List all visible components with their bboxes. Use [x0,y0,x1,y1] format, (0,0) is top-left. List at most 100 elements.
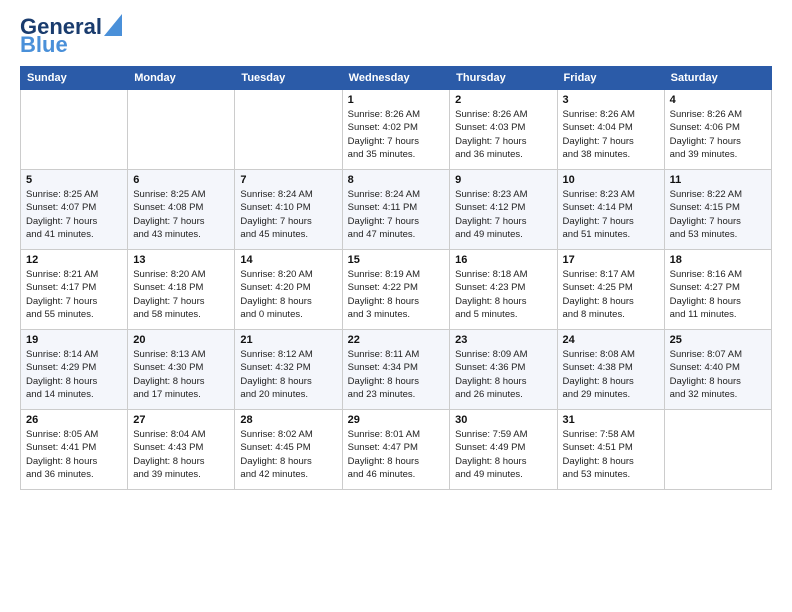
calendar-cell: 17 Sunrise: 8:17 AM Sunset: 4:25 PM Dayli… [557,250,664,330]
header: General Blue [20,16,772,56]
calendar-cell [128,90,235,170]
day-info: Sunrise: 8:12 AM Sunset: 4:32 PM Dayligh… [240,348,336,401]
calendar-cell: 6 Sunrise: 8:25 AM Sunset: 4:08 PM Daylig… [128,170,235,250]
day-number: 19 [26,334,122,346]
weekday-header: Monday [128,67,235,90]
day-info: Sunrise: 7:59 AM Sunset: 4:49 PM Dayligh… [455,428,551,481]
day-number: 29 [348,414,445,426]
day-number: 10 [563,174,659,186]
day-info: Sunrise: 8:26 AM Sunset: 4:02 PM Dayligh… [348,108,445,161]
logo-triangle-icon [104,14,122,36]
calendar-cell: 7 Sunrise: 8:24 AM Sunset: 4:10 PM Daylig… [235,170,342,250]
calendar-cell: 8 Sunrise: 8:24 AM Sunset: 4:11 PM Daylig… [342,170,450,250]
calendar-cell: 11Sunrise: 8:22 AM Sunset: 4:15 PM Dayli… [664,170,771,250]
day-info: Sunrise: 8:23 AM Sunset: 4:14 PM Dayligh… [563,188,659,241]
weekday-header: Friday [557,67,664,90]
calendar: SundayMondayTuesdayWednesdayThursdayFrid… [20,66,772,490]
day-info: Sunrise: 8:02 AM Sunset: 4:45 PM Dayligh… [240,428,336,481]
calendar-cell [664,410,771,490]
day-info: Sunrise: 8:26 AM Sunset: 4:04 PM Dayligh… [563,108,659,161]
calendar-cell: 4Sunrise: 8:26 AM Sunset: 4:06 PM Daylig… [664,90,771,170]
calendar-cell: 24 Sunrise: 8:08 AM Sunset: 4:38 PM Dayli… [557,330,664,410]
day-info: Sunrise: 8:21 AM Sunset: 4:17 PM Dayligh… [26,268,122,321]
calendar-cell: 18 Sunrise: 8:16 AM Sunset: 4:27 PM Dayli… [664,250,771,330]
calendar-cell: 26 Sunrise: 8:05 AM Sunset: 4:41 PM Dayli… [21,410,128,490]
day-number: 15 [348,254,445,266]
day-number: 5 [26,174,122,186]
day-info: Sunrise: 8:13 AM Sunset: 4:30 PM Dayligh… [133,348,229,401]
weekday-header: Wednesday [342,67,450,90]
day-number: 16 [455,254,551,266]
weekday-header: Sunday [21,67,128,90]
day-number: 8 [348,174,445,186]
day-info: Sunrise: 8:20 AM Sunset: 4:20 PM Dayligh… [240,268,336,321]
calendar-cell: 12Sunrise: 8:21 AM Sunset: 4:17 PM Dayli… [21,250,128,330]
day-info: Sunrise: 8:23 AM Sunset: 4:12 PM Dayligh… [455,188,551,241]
day-info: Sunrise: 8:18 AM Sunset: 4:23 PM Dayligh… [455,268,551,321]
calendar-cell: 1 Sunrise: 8:26 AM Sunset: 4:02 PM Daylig… [342,90,450,170]
day-number: 20 [133,334,229,346]
calendar-cell [235,90,342,170]
day-info: Sunrise: 8:26 AM Sunset: 4:06 PM Dayligh… [670,108,766,161]
day-number: 6 [133,174,229,186]
day-info: Sunrise: 8:24 AM Sunset: 4:11 PM Dayligh… [348,188,445,241]
day-number: 30 [455,414,551,426]
day-number: 17 [563,254,659,266]
day-number: 1 [348,94,445,106]
day-info: Sunrise: 8:17 AM Sunset: 4:25 PM Dayligh… [563,268,659,321]
calendar-cell: 21 Sunrise: 8:12 AM Sunset: 4:32 PM Dayli… [235,330,342,410]
day-info: Sunrise: 8:19 AM Sunset: 4:22 PM Dayligh… [348,268,445,321]
calendar-cell: 29 Sunrise: 8:01 AM Sunset: 4:47 PM Dayli… [342,410,450,490]
calendar-cell: 15 Sunrise: 8:19 AM Sunset: 4:22 PM Dayli… [342,250,450,330]
calendar-cell: 22Sunrise: 8:11 AM Sunset: 4:34 PM Dayli… [342,330,450,410]
day-number: 11 [670,174,766,186]
day-number: 3 [563,94,659,106]
day-number: 25 [670,334,766,346]
day-number: 21 [240,334,336,346]
day-info: Sunrise: 8:05 AM Sunset: 4:41 PM Dayligh… [26,428,122,481]
day-info: Sunrise: 8:25 AM Sunset: 4:07 PM Dayligh… [26,188,122,241]
calendar-cell: 10 Sunrise: 8:23 AM Sunset: 4:14 PM Dayli… [557,170,664,250]
day-number: 9 [455,174,551,186]
day-number: 28 [240,414,336,426]
day-number: 14 [240,254,336,266]
day-number: 2 [455,94,551,106]
calendar-cell: 27 Sunrise: 8:04 AM Sunset: 4:43 PM Dayli… [128,410,235,490]
day-info: Sunrise: 8:25 AM Sunset: 4:08 PM Dayligh… [133,188,229,241]
calendar-cell: 2 Sunrise: 8:26 AM Sunset: 4:03 PM Daylig… [450,90,557,170]
day-number: 26 [26,414,122,426]
day-info: Sunrise: 8:04 AM Sunset: 4:43 PM Dayligh… [133,428,229,481]
day-info: Sunrise: 8:26 AM Sunset: 4:03 PM Dayligh… [455,108,551,161]
calendar-cell: 3 Sunrise: 8:26 AM Sunset: 4:04 PM Daylig… [557,90,664,170]
day-info: Sunrise: 8:08 AM Sunset: 4:38 PM Dayligh… [563,348,659,401]
day-number: 22 [348,334,445,346]
calendar-cell: 23Sunrise: 8:09 AM Sunset: 4:36 PM Dayli… [450,330,557,410]
weekday-header: Tuesday [235,67,342,90]
calendar-cell: 5 Sunrise: 8:25 AM Sunset: 4:07 PM Daylig… [21,170,128,250]
day-number: 27 [133,414,229,426]
calendar-cell: 9 Sunrise: 8:23 AM Sunset: 4:12 PM Daylig… [450,170,557,250]
day-number: 7 [240,174,336,186]
day-info: Sunrise: 8:01 AM Sunset: 4:47 PM Dayligh… [348,428,445,481]
page: General Blue SundayMondayTuesdayWednesda… [0,0,792,500]
day-info: Sunrise: 8:14 AM Sunset: 4:29 PM Dayligh… [26,348,122,401]
calendar-cell: 16 Sunrise: 8:18 AM Sunset: 4:23 PM Dayli… [450,250,557,330]
calendar-cell: 31Sunrise: 7:58 AM Sunset: 4:51 PM Dayli… [557,410,664,490]
calendar-cell [21,90,128,170]
day-info: Sunrise: 8:16 AM Sunset: 4:27 PM Dayligh… [670,268,766,321]
logo-blue: Blue [20,34,68,56]
calendar-cell: 19 Sunrise: 8:14 AM Sunset: 4:29 PM Dayli… [21,330,128,410]
day-number: 13 [133,254,229,266]
calendar-cell: 14 Sunrise: 8:20 AM Sunset: 4:20 PM Dayli… [235,250,342,330]
day-info: Sunrise: 8:09 AM Sunset: 4:36 PM Dayligh… [455,348,551,401]
weekday-header: Thursday [450,67,557,90]
calendar-cell: 28 Sunrise: 8:02 AM Sunset: 4:45 PM Dayli… [235,410,342,490]
calendar-cell: 13Sunrise: 8:20 AM Sunset: 4:18 PM Dayli… [128,250,235,330]
day-info: Sunrise: 8:07 AM Sunset: 4:40 PM Dayligh… [670,348,766,401]
day-number: 18 [670,254,766,266]
day-info: Sunrise: 8:24 AM Sunset: 4:10 PM Dayligh… [240,188,336,241]
calendar-cell: 20 Sunrise: 8:13 AM Sunset: 4:30 PM Dayli… [128,330,235,410]
day-number: 31 [563,414,659,426]
calendar-cell: 30 Sunrise: 7:59 AM Sunset: 4:49 PM Dayli… [450,410,557,490]
day-number: 24 [563,334,659,346]
